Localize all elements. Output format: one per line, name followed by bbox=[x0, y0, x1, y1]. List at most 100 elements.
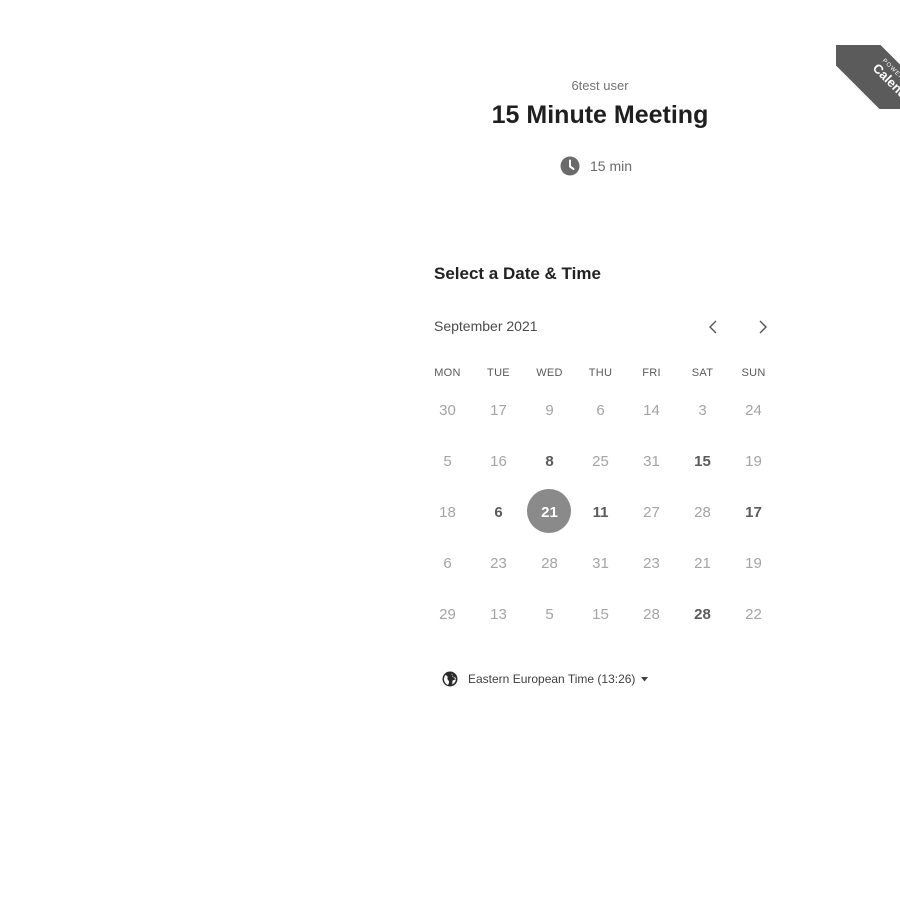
calendar-day-number: 13 bbox=[490, 606, 507, 623]
calendar-day: 21 bbox=[677, 538, 728, 589]
calendar-day-number: 21 bbox=[694, 555, 711, 572]
calendar-day: 6 bbox=[575, 385, 626, 436]
calendar-day-number: 3 bbox=[698, 402, 707, 419]
calendar-day: 3 bbox=[677, 385, 728, 436]
timezone-selector[interactable]: Eastern European Time (13:26) bbox=[442, 671, 649, 687]
calendar-day-number: 19 bbox=[745, 555, 762, 572]
powered-by-ribbon[interactable]: POWERED BY Calendly bbox=[836, 45, 900, 109]
month-label: September 2021 bbox=[434, 318, 538, 334]
calendar-day: 19 bbox=[728, 538, 779, 589]
calendar-day: 19 bbox=[728, 436, 779, 487]
calendar-week-row: 6 23 28 31 23 21 19 bbox=[422, 538, 779, 589]
event-title: 15 Minute Meeting bbox=[491, 101, 709, 129]
weekday-header-row: MON TUE WED THU FRI SAT SUN bbox=[422, 367, 779, 379]
calendar-day-number: 29 bbox=[439, 606, 456, 623]
calendar-day-number: 6 bbox=[596, 402, 605, 419]
calendar-day-number: 22 bbox=[745, 606, 762, 623]
timezone-label: Eastern European Time (13:26) bbox=[468, 672, 636, 686]
calendar-day-number: 28 bbox=[643, 606, 660, 623]
calendar-day: 17 bbox=[473, 385, 524, 436]
calendar-day: 28 bbox=[677, 487, 728, 538]
calendar-day-number: 17 bbox=[490, 402, 507, 419]
calendar-day: 18 bbox=[422, 487, 473, 538]
calendar-day-available[interactable]: 8 bbox=[524, 436, 575, 487]
calendar-day-number: 21 bbox=[541, 504, 558, 521]
calendar-day-number: 19 bbox=[745, 453, 762, 470]
calendar-day-number: 11 bbox=[592, 504, 609, 521]
calendar-day: 9 bbox=[524, 385, 575, 436]
calendar-day-number: 14 bbox=[643, 402, 660, 419]
calendly-badge[interactable]: POWERED BY Calendly bbox=[836, 45, 900, 109]
chevron-left-icon bbox=[709, 320, 717, 334]
calendar-grid: 30 17 9 6 14 3 24 5 16 8 25 31 15 19 18 6 21 11 27 28 17 6 23 2… bbox=[422, 385, 779, 640]
calendar-day-number: 28 bbox=[694, 504, 711, 521]
calendar-day: 28 bbox=[626, 589, 677, 640]
calendar-day: 5 bbox=[524, 589, 575, 640]
select-date-heading: Select a Date & Time bbox=[434, 264, 601, 283]
calendar-day: 25 bbox=[575, 436, 626, 487]
globe-icon bbox=[442, 671, 458, 687]
calendar-day-available[interactable]: 17 bbox=[728, 487, 779, 538]
calendar-day-number: 18 bbox=[439, 504, 456, 521]
calendar-week-row: 5 16 8 25 31 15 19 bbox=[422, 436, 779, 487]
calendar-day: 15 bbox=[575, 589, 626, 640]
calendar-day-number: 5 bbox=[545, 606, 554, 623]
calendar-day-number: 6 bbox=[494, 504, 503, 521]
calendar-day-number: 5 bbox=[443, 453, 452, 470]
calendar-day: 6 bbox=[422, 538, 473, 589]
calendar-day-number: 31 bbox=[643, 453, 660, 470]
next-month-button[interactable] bbox=[752, 316, 774, 338]
previous-month-button[interactable] bbox=[702, 316, 724, 338]
event-duration: 15 min bbox=[560, 155, 632, 177]
calendar-day: 22 bbox=[728, 589, 779, 640]
calendar-day: 28 bbox=[524, 538, 575, 589]
calendar-day: 23 bbox=[626, 538, 677, 589]
weekday-label: SUN bbox=[741, 367, 766, 379]
calendar-day-number: 15 bbox=[694, 453, 711, 470]
calendar-week-row: 30 17 9 6 14 3 24 bbox=[422, 385, 779, 436]
calendar-day-number: 8 bbox=[545, 453, 554, 470]
duration-label: 15 min bbox=[590, 158, 633, 174]
calendar-day-number: 23 bbox=[643, 555, 660, 572]
badge-brand: Calendly bbox=[869, 60, 900, 109]
clock-icon bbox=[560, 156, 580, 176]
calendar-day-number: 28 bbox=[694, 606, 711, 623]
calendar-day-number: 30 bbox=[439, 402, 456, 419]
weekday-label: WED bbox=[536, 367, 563, 379]
calendar-day: 16 bbox=[473, 436, 524, 487]
calendar-day-available[interactable]: 28 bbox=[677, 589, 728, 640]
calendar-day: 31 bbox=[575, 538, 626, 589]
weekday-label: TUE bbox=[487, 367, 510, 379]
calendar-day-number: 6 bbox=[443, 555, 452, 572]
calendar-day-selected[interactable]: 21 bbox=[524, 487, 575, 538]
calendar-day-number: 23 bbox=[490, 555, 507, 572]
calendar-day: 5 bbox=[422, 436, 473, 487]
calendar-day: 24 bbox=[728, 385, 779, 436]
calendar-day-number: 27 bbox=[643, 504, 660, 521]
weekday-label: SAT bbox=[691, 367, 714, 379]
calendar-day-number: 28 bbox=[541, 555, 558, 572]
calendar-day-available[interactable]: 11 bbox=[575, 487, 626, 538]
calendar-day-number: 17 bbox=[745, 504, 762, 521]
calendar-day: 23 bbox=[473, 538, 524, 589]
weekday-label: THU bbox=[588, 367, 613, 379]
weekday-label: FRI bbox=[642, 367, 661, 379]
calendar-day-available[interactable]: 6 bbox=[473, 487, 524, 538]
calendar-day: 31 bbox=[626, 436, 677, 487]
weekday-label: MON bbox=[434, 367, 461, 379]
calendar-week-row: 29 13 5 15 28 28 22 bbox=[422, 589, 779, 640]
calendar-day: 27 bbox=[626, 487, 677, 538]
calendar-day-number: 31 bbox=[592, 555, 609, 572]
calendar-day-number: 9 bbox=[545, 402, 554, 419]
calendar-day-number: 16 bbox=[490, 453, 507, 470]
calendar-day: 13 bbox=[473, 589, 524, 640]
calendar-day-number: 25 bbox=[592, 453, 609, 470]
calendar-day-number: 15 bbox=[592, 606, 609, 623]
calendar-week-row: 18 6 21 11 27 28 17 bbox=[422, 487, 779, 538]
event-owner: 6test user bbox=[571, 78, 629, 93]
calendar-day: 29 bbox=[422, 589, 473, 640]
calendar-day-available[interactable]: 15 bbox=[677, 436, 728, 487]
calendar-day: 30 bbox=[422, 385, 473, 436]
calendar-day: 14 bbox=[626, 385, 677, 436]
calendar-day-number: 24 bbox=[745, 402, 762, 419]
